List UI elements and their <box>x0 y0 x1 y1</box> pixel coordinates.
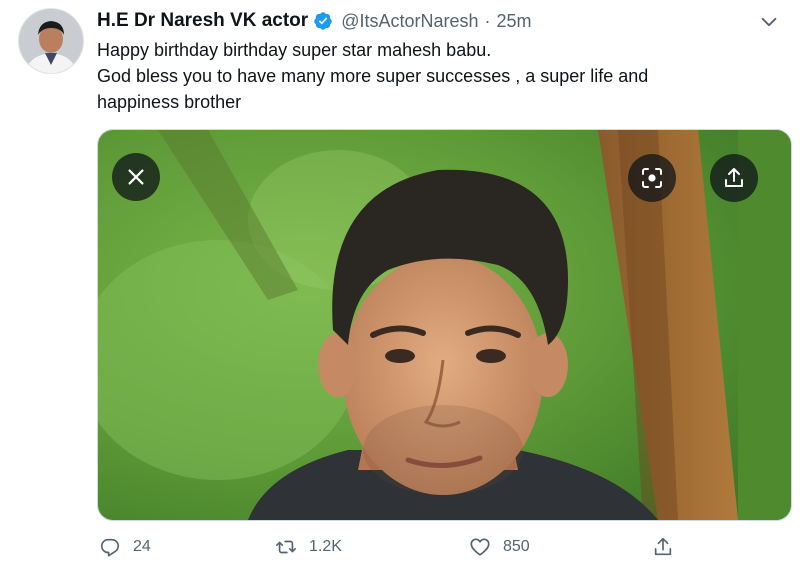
tweet-media[interactable] <box>97 129 792 521</box>
tweet-text-line: Happy birthday birthday super star mahes… <box>97 40 492 60</box>
like-count: 850 <box>503 538 530 555</box>
chevron-down-icon[interactable] <box>758 11 780 33</box>
retweet-count: 1.2K <box>309 538 342 555</box>
tweet-text-line: happiness brother <box>97 92 242 112</box>
tweet-text: Happy birthday birthday super star mahes… <box>97 37 787 115</box>
tweet-header: H.E Dr Naresh VK actor @ItsActorNaresh ·… <box>97 8 780 34</box>
share-button[interactable] <box>652 532 674 562</box>
share-media-button[interactable] <box>710 154 758 202</box>
close-media-button[interactable] <box>112 153 160 201</box>
lens-scan-icon <box>642 168 662 188</box>
avatar[interactable] <box>18 8 84 74</box>
lens-search-button[interactable] <box>628 154 676 202</box>
avatar-image <box>19 9 83 73</box>
heart-icon <box>470 538 490 556</box>
like-button[interactable]: 850 <box>469 532 530 562</box>
reply-button[interactable]: 24 <box>99 532 151 562</box>
verified-badge-icon <box>314 12 332 30</box>
close-icon <box>128 169 144 185</box>
timestamp[interactable]: 25m <box>497 11 532 32</box>
display-name[interactable]: H.E Dr Naresh VK actor <box>97 10 308 32</box>
share-icon <box>654 537 672 556</box>
handle[interactable]: @ItsActorNaresh <box>341 11 478 32</box>
retweet-button[interactable]: 1.2K <box>275 532 342 562</box>
tweet-text-line: God bless you to have many more super su… <box>97 66 649 86</box>
tweet-photo <box>98 130 791 520</box>
separator-dot: · <box>484 10 491 31</box>
reply-count: 24 <box>133 538 151 555</box>
reply-icon <box>100 538 120 557</box>
retweet-icon <box>276 540 296 554</box>
share-icon <box>725 168 743 187</box>
tweet-actions: 24 1.2K 850 <box>97 532 787 562</box>
